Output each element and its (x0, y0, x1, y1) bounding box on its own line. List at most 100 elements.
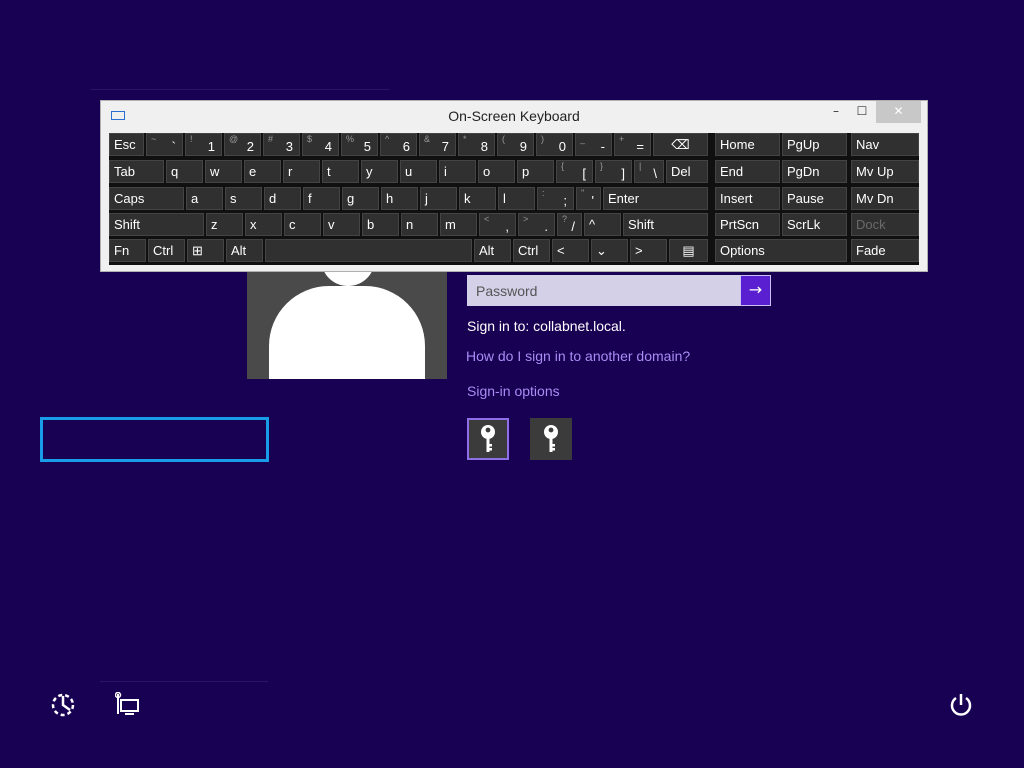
key-pause[interactable]: Pause (782, 187, 847, 210)
key-symbol-3-8[interactable]: <, (479, 213, 516, 236)
key-o[interactable]: o (478, 160, 515, 183)
maximize-button[interactable]: ☐ (849, 101, 875, 123)
key-end[interactable]: End (715, 160, 780, 183)
key-symbol-4-10[interactable]: ▤ (669, 239, 708, 262)
key-shift-label: > (523, 214, 529, 224)
key-x[interactable]: x (245, 213, 282, 236)
key-p[interactable]: p (517, 160, 554, 183)
ease-of-access-button[interactable] (50, 692, 76, 718)
key-fn[interactable]: Fn (109, 239, 146, 262)
signin-option-password[interactable] (467, 418, 509, 460)
key-w[interactable]: w (205, 160, 242, 183)
key-prtscn[interactable]: PrtScn (715, 213, 780, 236)
key-symbol-1-11[interactable]: {[ (556, 160, 593, 183)
key-symbol-1-12[interactable]: }] (595, 160, 632, 183)
key-symbol-4-8[interactable]: ⌄ (591, 239, 628, 262)
key-symbol-0-1[interactable]: ~ ` (146, 133, 183, 156)
key-symbol-0-14[interactable]: ⌫ (653, 133, 708, 156)
sign-in-options-link[interactable]: Sign-in options (467, 383, 560, 399)
key-label: v (328, 217, 335, 232)
key-t[interactable]: t (322, 160, 359, 183)
key-2[interactable]: @2 (224, 133, 261, 156)
key-symbol-3-11[interactable]: ^ (584, 213, 621, 236)
key-tab[interactable]: Tab (109, 160, 164, 183)
osk-titlebar[interactable]: On-Screen Keyboard – ☐ ✕ (101, 101, 927, 130)
key-v[interactable]: v (323, 213, 360, 236)
key-symbol-0-12[interactable]: _ - (575, 133, 612, 156)
key-symbol-4-2[interactable]: ⊞ (187, 239, 224, 262)
key-s[interactable]: s (225, 187, 262, 210)
network-button[interactable] (114, 691, 141, 718)
key-scrlk[interactable]: ScrLk (782, 213, 847, 236)
osk-title: On-Screen Keyboard (448, 108, 580, 124)
key-8[interactable]: * 8 (458, 133, 495, 156)
key-a[interactable]: a (186, 187, 223, 210)
key-symbol-3-10[interactable]: ? / (557, 213, 582, 236)
key-i[interactable]: i (439, 160, 476, 183)
submit-button[interactable]: → (740, 275, 771, 306)
key-insert[interactable]: Insert (715, 187, 780, 210)
password-input[interactable] (468, 276, 740, 305)
key-mvdn[interactable]: Mv Dn (851, 187, 919, 210)
signin-option-smartcard[interactable] (530, 418, 572, 460)
key-shift-label: ? (562, 214, 568, 224)
key-fade[interactable]: Fade (851, 239, 919, 262)
key-nav[interactable]: Nav (851, 133, 919, 156)
key-shift[interactable]: Shift (109, 213, 204, 236)
key-home[interactable]: Home (715, 133, 780, 156)
key-q[interactable]: q (166, 160, 203, 183)
key-0[interactable]: ) 0 (536, 133, 573, 156)
key-symbol-4-7[interactable]: < (552, 239, 589, 262)
key-esc[interactable]: Esc (109, 133, 144, 156)
power-button[interactable] (948, 692, 974, 718)
key-u[interactable]: u (400, 160, 437, 183)
key-alt[interactable]: Alt (474, 239, 511, 262)
key-1[interactable]: ! 1 (185, 133, 222, 156)
domain-help-link[interactable]: How do I sign in to another domain? (466, 348, 690, 364)
minimize-button[interactable]: – (823, 101, 849, 123)
key-shift[interactable]: Shift (623, 213, 708, 236)
key-pgdn[interactable]: PgDn (782, 160, 847, 183)
key-n[interactable]: n (401, 213, 438, 236)
key-4[interactable]: $4 (302, 133, 339, 156)
key-enter[interactable]: Enter (603, 187, 708, 210)
ease-of-access-icon (51, 693, 75, 717)
key-caps[interactable]: Caps (109, 187, 184, 210)
key-j[interactable]: j (420, 187, 457, 210)
key-g[interactable]: g (342, 187, 379, 210)
key-7[interactable]: & 7 (419, 133, 456, 156)
key-l[interactable]: l (498, 187, 535, 210)
key-alt[interactable]: Alt (226, 239, 263, 262)
key-symbol-2-10[interactable]: :; (537, 187, 574, 210)
key-space[interactable] (265, 239, 472, 262)
key-d[interactable]: d (264, 187, 301, 210)
close-button[interactable]: ✕ (876, 101, 921, 123)
key-k[interactable]: k (459, 187, 496, 210)
key-b[interactable]: b (362, 213, 399, 236)
key-symbol-2-11[interactable]: " ' (576, 187, 601, 210)
key-c[interactable]: c (284, 213, 321, 236)
key-f[interactable]: f (303, 187, 340, 210)
key-dock[interactable]: Dock (851, 213, 919, 236)
key-symbol-0-13[interactable]: + = (614, 133, 651, 156)
key-del[interactable]: Del (666, 160, 708, 183)
key-options[interactable]: Options (715, 239, 847, 262)
key-r[interactable]: r (283, 160, 320, 183)
key-symbol-3-9[interactable]: >. (518, 213, 555, 236)
key-label: u (405, 164, 413, 179)
key-z[interactable]: z (206, 213, 243, 236)
key-symbol-4-9[interactable]: > (630, 239, 667, 262)
key-mvup[interactable]: Mv Up (851, 160, 919, 183)
key-ctrl[interactable]: Ctrl (148, 239, 185, 262)
key-m[interactable]: m (440, 213, 477, 236)
key-ctrl[interactable]: Ctrl (513, 239, 550, 262)
key-e[interactable]: e (244, 160, 281, 183)
key-6[interactable]: ^ 6 (380, 133, 417, 156)
key-3[interactable]: #3 (263, 133, 300, 156)
key-symbol-1-13[interactable]: | \ (634, 160, 664, 183)
key-y[interactable]: y (361, 160, 398, 183)
key-9[interactable]: (9 (497, 133, 534, 156)
key-pgup[interactable]: PgUp (782, 133, 847, 156)
key-h[interactable]: h (381, 187, 418, 210)
key-5[interactable]: % 5 (341, 133, 378, 156)
